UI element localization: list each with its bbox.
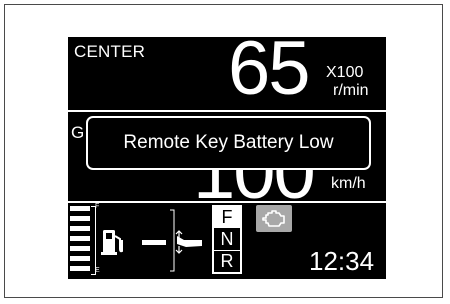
- upper-divider: [68, 110, 386, 112]
- check-engine-warning: [256, 205, 292, 232]
- fuel-segment: [70, 266, 90, 271]
- trim-tilt-icon: [140, 206, 206, 279]
- obscured-label: G: [71, 123, 85, 142]
- fuel-segment: [70, 236, 90, 241]
- fuel-segment: [70, 256, 90, 261]
- gauge-display: CENTER 65 X100 r/min G 100 km/h Remote K…: [68, 37, 386, 279]
- fuel-scale-bracket: [91, 206, 96, 275]
- warning-message: Remote Key Battery Low: [123, 132, 334, 153]
- speedometer-unit: km/h: [331, 175, 366, 192]
- gear-forward: F: [214, 207, 240, 228]
- tachometer-multiplier: X100: [326, 64, 364, 81]
- tachometer-unit: r/min: [333, 82, 369, 99]
- check-engine-icon: [262, 209, 286, 233]
- fuel-pump-icon: [101, 228, 127, 261]
- remote-key-battery-warning-popup: Remote Key Battery Low: [86, 116, 371, 170]
- gear-position-indicator: F N R: [212, 205, 242, 274]
- fuel-segment: [70, 206, 90, 211]
- fuel-empty-label: E: [95, 267, 100, 274]
- fuel-full-label: F: [95, 203, 100, 210]
- gear-reverse: R: [214, 250, 240, 272]
- lower-divider: [68, 201, 386, 203]
- fuel-segment: [70, 226, 90, 231]
- drive-mode-label: CENTER: [74, 42, 146, 61]
- tachometer-value: 65: [228, 37, 311, 111]
- clock: 12:34: [309, 246, 375, 276]
- fuel-segment: [70, 246, 90, 251]
- gear-neutral: N: [220, 229, 234, 249]
- fuel-segment: [70, 216, 90, 221]
